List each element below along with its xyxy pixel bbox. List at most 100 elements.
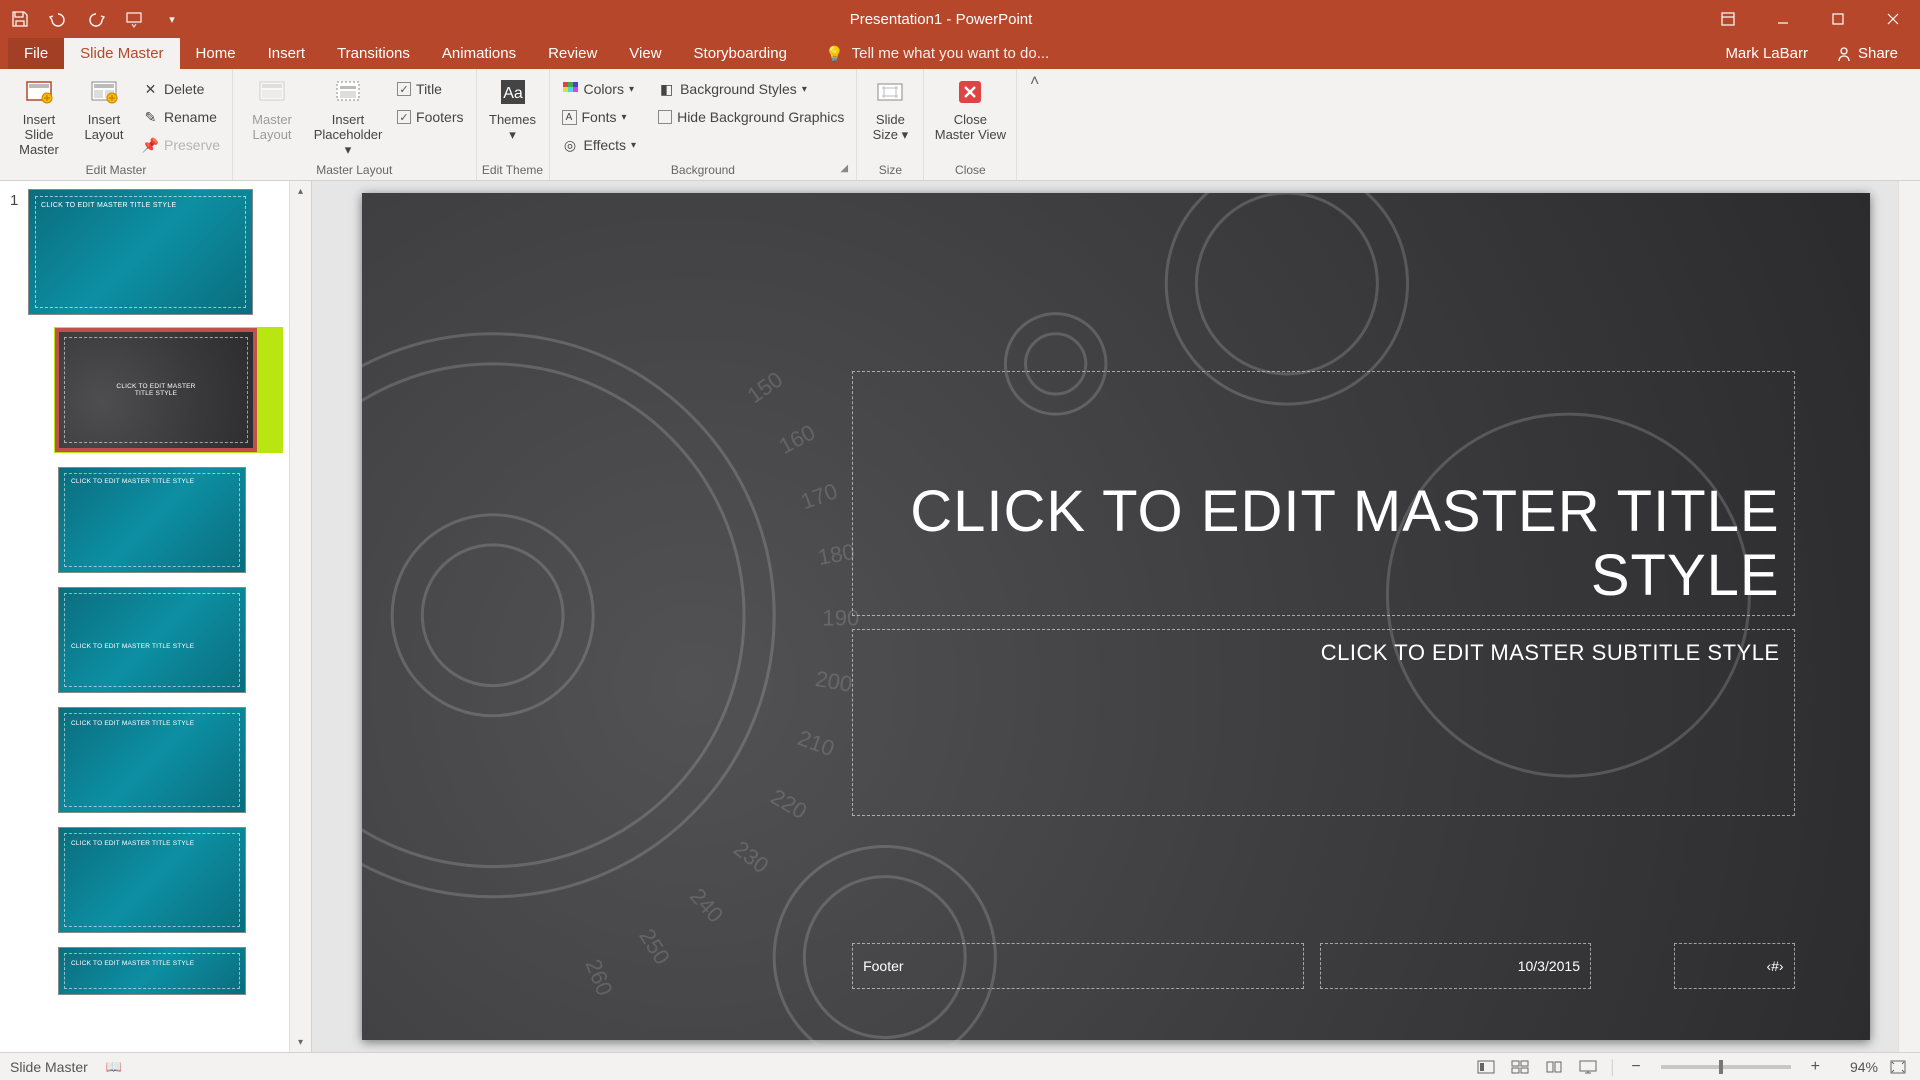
minimize-button[interactable] xyxy=(1755,0,1810,38)
preserve-icon: 📌 xyxy=(142,137,159,154)
group-edit-theme: Aa Themes▾ Edit Theme xyxy=(477,69,550,180)
tab-animations[interactable]: Animations xyxy=(426,38,532,69)
slide-number-placeholder[interactable]: ‹#› xyxy=(1674,943,1795,990)
insert-placeholder-button[interactable]: Insert Placeholder ▾ xyxy=(311,73,385,158)
zoom-slider[interactable] xyxy=(1661,1065,1791,1069)
tab-storyboarding[interactable]: Storyboarding xyxy=(678,38,803,69)
svg-text:Aa: Aa xyxy=(503,85,523,102)
tab-file[interactable]: File xyxy=(8,38,64,69)
group-label: Size xyxy=(857,163,923,177)
footers-checkbox[interactable]: ✓Footers xyxy=(393,105,467,129)
tab-insert[interactable]: Insert xyxy=(252,38,322,69)
tab-home[interactable]: Home xyxy=(180,38,252,69)
scroll-up-icon[interactable]: ▴ xyxy=(290,181,311,201)
fonts-button[interactable]: AFonts ▾ xyxy=(558,105,641,129)
background-gears-icon: 150 160 170 180 190 200 210 220 230 240 … xyxy=(362,193,1870,1048)
svg-text:150: 150 xyxy=(743,367,788,409)
rename-button[interactable]: ✎Rename xyxy=(138,105,224,129)
master-thumb-label: CLICK TO EDIT MASTER TITLE STYLE xyxy=(41,202,177,209)
date-text: 10/3/2015 xyxy=(1518,958,1580,974)
editor-scrollbar[interactable] xyxy=(1898,181,1920,1052)
workspace: 1 CLICK TO EDIT MASTER TITLE STYLE CLICK… xyxy=(0,181,1920,1052)
save-icon[interactable] xyxy=(10,9,30,29)
close-button[interactable] xyxy=(1865,0,1920,38)
preserve-button[interactable]: 📌Preserve xyxy=(138,133,224,157)
fonts-icon: A xyxy=(562,110,577,125)
maximize-button[interactable] xyxy=(1810,0,1865,38)
tab-review[interactable]: Review xyxy=(532,38,613,69)
svg-text:240: 240 xyxy=(685,883,728,927)
dialog-launcher-icon[interactable]: ◢ xyxy=(840,163,852,175)
normal-view-button[interactable] xyxy=(1473,1056,1499,1078)
slide-canvas[interactable]: 150 160 170 180 190 200 210 220 230 240 … xyxy=(362,193,1870,1040)
insert-slide-master-button[interactable]: Insert Slide Master xyxy=(8,73,70,158)
colors-icon xyxy=(562,81,579,98)
layout-thumbnail-5[interactable]: CLICK TO EDIT MASTER TITLE STYLE xyxy=(58,827,283,933)
title-text: CLICK TO EDIT MASTER TITLE STYLE xyxy=(867,480,1780,608)
reading-view-button[interactable] xyxy=(1541,1056,1567,1078)
undo-icon[interactable] xyxy=(48,9,68,29)
group-label: Close xyxy=(924,163,1016,177)
status-bar: Slide Master 📖 │ − + 94% xyxy=(0,1052,1920,1080)
close-master-view-button[interactable]: Close Master View xyxy=(932,73,1008,143)
tab-transitions[interactable]: Transitions xyxy=(321,38,426,69)
title-placeholder[interactable]: CLICK TO EDIT MASTER TITLE STYLE xyxy=(852,371,1795,617)
tab-slide-master[interactable]: Slide Master xyxy=(64,38,179,69)
spell-check-icon[interactable]: 📖 xyxy=(106,1059,122,1075)
ribbon-display-options-icon[interactable] xyxy=(1700,0,1755,38)
collapse-ribbon-icon[interactable]: ˄ xyxy=(1017,69,1047,180)
tell-me-search[interactable]: 💡 Tell me what you want to do... xyxy=(803,38,1049,69)
layout-thumbnail-3[interactable]: CLICK TO EDIT MASTER TITLE STYLE xyxy=(58,587,283,693)
group-master-layout: Master Layout Insert Placeholder ▾ ✓Titl… xyxy=(233,69,476,180)
delete-icon: ✕ xyxy=(142,81,159,98)
slide-editor: 150 160 170 180 190 200 210 220 230 240 … xyxy=(312,181,1920,1052)
themes-button[interactable]: Aa Themes▾ xyxy=(485,73,541,143)
layout-thumbnail-1[interactable]: CLICK TO EDIT MASTER TITLE STYLE xyxy=(54,327,283,453)
date-placeholder[interactable]: 10/3/2015 xyxy=(1320,943,1591,990)
zoom-in-button[interactable]: + xyxy=(1805,1058,1826,1076)
share-button[interactable]: Share xyxy=(1836,45,1898,62)
redo-icon[interactable] xyxy=(86,9,106,29)
background-styles-button[interactable]: ◧Background Styles ▾ xyxy=(654,77,848,101)
effects-button[interactable]: ◎Effects ▾ xyxy=(558,133,641,157)
quick-access-toolbar: ▾ xyxy=(0,9,182,29)
tell-me-placeholder: Tell me what you want to do... xyxy=(852,45,1050,62)
title-checkbox[interactable]: ✓Title xyxy=(393,77,467,101)
layout-thumbnail-6[interactable]: CLICK TO EDIT MASTER TITLE STYLE xyxy=(58,947,283,995)
ribbon: Insert Slide Master Insert Layout ✕Delet… xyxy=(0,69,1920,181)
colors-button[interactable]: Colors ▾ xyxy=(558,77,641,101)
group-close: Close Master View Close xyxy=(924,69,1017,180)
slide-number-text: ‹#› xyxy=(1766,958,1783,974)
fit-to-window-button[interactable] xyxy=(1886,1056,1910,1078)
master-layout-button: Master Layout xyxy=(241,73,303,143)
subtitle-placeholder[interactable]: CLICK TO EDIT MASTER SUBTITLE STYLE xyxy=(852,629,1795,815)
svg-text:210: 210 xyxy=(795,725,838,761)
start-from-beginning-icon[interactable] xyxy=(124,9,144,29)
hide-background-checkbox[interactable]: Hide Background Graphics xyxy=(654,105,848,129)
zoom-level[interactable]: 94% xyxy=(1834,1059,1878,1075)
thumbnail-scrollbar[interactable]: ▴ ▾ xyxy=(289,181,311,1052)
slide-size-button[interactable]: Slide Size ▾ xyxy=(865,73,915,143)
tab-view[interactable]: View xyxy=(613,38,677,69)
master-thumbnail[interactable]: 1 CLICK TO EDIT MASTER TITLE STYLE xyxy=(10,189,283,315)
master-number: 1 xyxy=(10,189,28,209)
lightbulb-icon: 💡 xyxy=(825,45,844,63)
group-edit-master: Insert Slide Master Insert Layout ✕Delet… xyxy=(0,69,233,180)
delete-button[interactable]: ✕Delete xyxy=(138,77,224,101)
scroll-down-icon[interactable]: ▾ xyxy=(290,1032,311,1052)
group-background: Colors ▾ AFonts ▾ ◎Effects ▾ ◧Background… xyxy=(550,69,858,180)
slide-sorter-button[interactable] xyxy=(1507,1056,1533,1078)
status-mode: Slide Master xyxy=(10,1059,88,1075)
svg-text:200: 200 xyxy=(814,666,855,697)
insert-layout-button[interactable]: Insert Layout xyxy=(78,73,130,143)
svg-text:180: 180 xyxy=(816,539,857,570)
user-name[interactable]: Mark LaBarr xyxy=(1725,45,1808,62)
slideshow-button[interactable] xyxy=(1575,1056,1601,1078)
layout-thumbnail-2[interactable]: CLICK TO EDIT MASTER TITLE STYLE xyxy=(58,467,283,573)
layout-thumbnail-4[interactable]: CLICK TO EDIT MASTER TITLE STYLE xyxy=(58,707,283,813)
qat-customize-icon[interactable]: ▾ xyxy=(162,9,182,29)
title-bar: ▾ Presentation1 - PowerPoint xyxy=(0,0,1920,38)
zoom-out-button[interactable]: − xyxy=(1625,1058,1646,1076)
svg-text:170: 170 xyxy=(797,478,840,514)
footer-placeholder[interactable]: Footer xyxy=(852,943,1304,990)
